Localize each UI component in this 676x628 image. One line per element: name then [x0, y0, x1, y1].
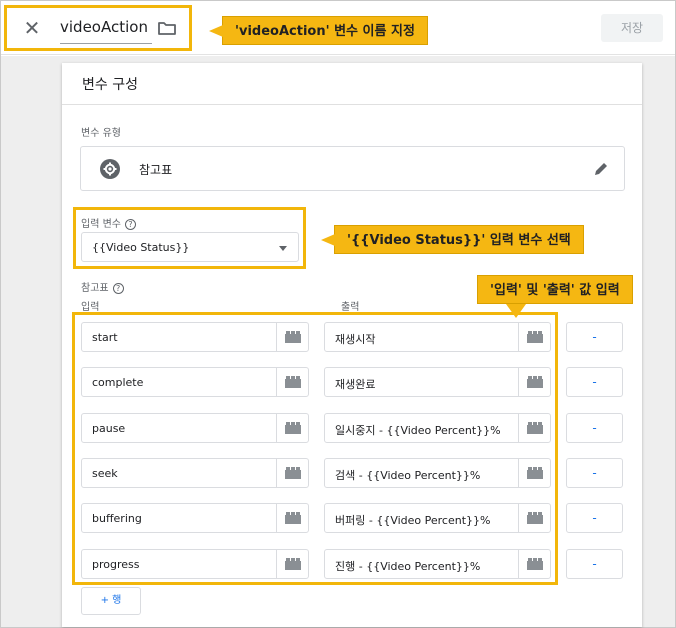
input-value-field[interactable]: start	[81, 322, 309, 352]
output-value-text: 진행 - {{Video Percent}}%	[335, 560, 481, 573]
help-icon[interactable]: ?	[124, 218, 136, 230]
input-value-text: seek	[92, 467, 118, 480]
remove-row-button[interactable]: -	[566, 458, 623, 488]
variable-picker-icon[interactable]	[518, 550, 550, 578]
input-variable-label: 입력 변수?	[81, 215, 136, 230]
input-column-header: 입력	[81, 302, 100, 313]
card-title: 변수 구성	[82, 77, 138, 93]
save-button[interactable]: 저장	[601, 14, 663, 42]
lookup-table-label-text: 참고표	[81, 283, 109, 294]
input-variable-label-text: 입력 변수	[81, 219, 121, 230]
output-value-field[interactable]: 재생완료	[324, 367, 551, 397]
output-value-field[interactable]: 재생시작	[324, 322, 551, 352]
output-value-text: 버퍼링 - {{Video Percent}}%	[335, 514, 491, 527]
input-value-text: complete	[92, 376, 144, 389]
callout-input-variable: '{{Video Status}}' 입력 변수 선택	[321, 225, 584, 254]
variable-type-box[interactable]: 참고표	[80, 146, 625, 191]
output-value-text: 일시중지 - {{Video Percent}}%	[335, 424, 501, 437]
remove-row-button[interactable]: -	[566, 503, 623, 533]
callout-pointer	[506, 304, 526, 318]
output-value-field[interactable]: 검색 - {{Video Percent}}%	[324, 458, 551, 488]
variable-name-text: videoAction	[60, 18, 148, 36]
variable-picker-icon[interactable]	[276, 550, 308, 578]
input-value-field[interactable]: progress	[81, 549, 309, 579]
input-value-text: start	[92, 331, 118, 344]
input-value-field[interactable]: pause	[81, 413, 309, 443]
input-value-text: progress	[92, 558, 140, 571]
gear-icon	[100, 159, 120, 179]
variable-name-field[interactable]: videoAction	[60, 12, 152, 44]
output-value-field[interactable]: 버퍼링 - {{Video Percent}}%	[324, 503, 551, 533]
variable-picker-icon[interactable]	[276, 368, 308, 396]
remove-row-button[interactable]: -	[566, 322, 623, 352]
output-value-text: 검색 - {{Video Percent}}%	[335, 469, 481, 482]
dropdown-arrow-icon	[279, 246, 287, 251]
close-icon[interactable]: ✕	[20, 16, 44, 40]
variable-type-label: 변수 유형	[81, 128, 121, 139]
output-value-field[interactable]: 일시중지 - {{Video Percent}}%	[324, 413, 551, 443]
variable-picker-icon[interactable]	[518, 414, 550, 442]
input-value-text: buffering	[92, 512, 142, 525]
variable-picker-icon[interactable]	[518, 459, 550, 487]
help-icon[interactable]: ?	[112, 282, 124, 294]
remove-row-button[interactable]: -	[566, 367, 623, 397]
input-value-field[interactable]: complete	[81, 367, 309, 397]
divider	[62, 104, 642, 105]
input-value-field[interactable]: seek	[81, 458, 309, 488]
variable-picker-icon[interactable]	[276, 504, 308, 532]
callout-input-output: '입력' 및 '출력' 값 입력	[477, 275, 633, 318]
variable-type-name: 참고표	[139, 163, 173, 177]
variable-picker-icon[interactable]	[276, 323, 308, 351]
callout-pointer	[209, 25, 223, 37]
folder-icon[interactable]	[157, 18, 177, 38]
lookup-table-label: 참고표?	[81, 279, 124, 294]
variable-picker-icon[interactable]	[518, 368, 550, 396]
input-value-text: pause	[92, 422, 126, 435]
output-value-field[interactable]: 진행 - {{Video Percent}}%	[324, 549, 551, 579]
input-variable-select[interactable]: {{Video Status}}	[81, 232, 299, 262]
output-column-header: 출력	[341, 302, 360, 313]
variable-picker-icon[interactable]	[518, 323, 550, 351]
output-value-text: 재생완료	[335, 378, 376, 391]
add-row-button[interactable]: + 행	[81, 587, 141, 615]
callout-pointer	[321, 234, 335, 246]
variable-picker-icon[interactable]	[276, 414, 308, 442]
callout-input-output-text: '입력' 및 '출력' 값 입력	[490, 283, 620, 298]
callout-name-text: 'videoAction' 변수 이름 지정	[235, 24, 415, 39]
remove-row-button[interactable]: -	[566, 549, 623, 579]
variable-picker-icon[interactable]	[276, 459, 308, 487]
input-variable-value: {{Video Status}}	[92, 241, 190, 254]
pencil-icon[interactable]	[592, 160, 610, 178]
callout-name: 'videoAction' 변수 이름 지정	[209, 16, 428, 45]
variable-picker-icon[interactable]	[518, 504, 550, 532]
remove-row-button[interactable]: -	[566, 413, 623, 443]
input-value-field[interactable]: buffering	[81, 503, 309, 533]
callout-input-variable-text: '{{Video Status}}' 입력 변수 선택	[347, 233, 571, 248]
output-value-text: 재생시작	[335, 333, 376, 346]
